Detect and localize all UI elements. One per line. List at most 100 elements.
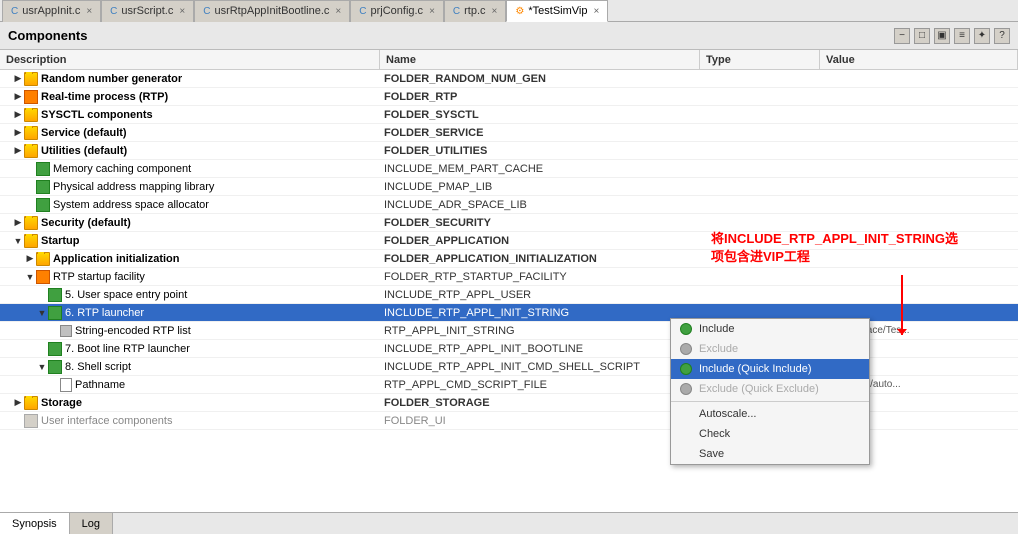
tree-toggle[interactable]: ▶ xyxy=(12,91,24,103)
rtp-icon xyxy=(36,270,50,284)
table-row[interactable]: ▶ Random number generator FOLDER_RANDOM_… xyxy=(0,70,1018,88)
expand-button[interactable]: ✦ xyxy=(974,28,990,44)
context-menu-exclude: Exclude xyxy=(671,339,869,359)
row-name: INCLUDE_RTP_APPL_INIT_BOOTLINE xyxy=(380,343,700,355)
component-icon xyxy=(36,180,50,194)
tree-toggle[interactable]: ▼ xyxy=(24,271,36,283)
tab-close[interactable]: × xyxy=(86,6,92,17)
help-button[interactable]: ? xyxy=(994,28,1010,44)
col-header-description: Description xyxy=(0,50,380,69)
table-row[interactable]: System address space allocator INCLUDE_A… xyxy=(0,196,1018,214)
tree-toggle[interactable]: ▶ xyxy=(12,127,24,139)
table-row[interactable]: ▶ Service (default) FOLDER_SERVICE xyxy=(0,124,1018,142)
tree-toggle[interactable]: ▶ xyxy=(12,217,24,229)
tab-close[interactable]: × xyxy=(335,6,341,17)
tree-toggle[interactable]: ▶ xyxy=(12,145,24,157)
col-header-type: Type xyxy=(700,50,820,69)
tree-toggle xyxy=(24,181,36,193)
collapse-button[interactable]: ≡ xyxy=(954,28,970,44)
tab-close[interactable]: × xyxy=(429,6,435,17)
row-name: FOLDER_UTILITIES xyxy=(380,145,700,157)
c-file-icon: C xyxy=(359,6,366,17)
tree-toggle xyxy=(24,199,36,211)
components-title: Components xyxy=(8,28,87,43)
folder-icon xyxy=(24,396,38,410)
ctx-quick-include-label: Include (Quick Include) xyxy=(699,363,812,375)
row-description: String-encoded RTP list xyxy=(75,325,191,337)
folder-icon xyxy=(24,234,38,248)
tab-usrScript[interactable]: C usrScript.c × xyxy=(101,0,194,22)
tree-toggle[interactable]: ▼ xyxy=(12,235,24,247)
ctx-check-label: Check xyxy=(699,428,730,440)
row-description: Memory caching component xyxy=(53,163,191,175)
folder-gray-icon xyxy=(24,414,38,428)
tab-close[interactable]: × xyxy=(179,6,185,17)
tab-bar: C usrAppInit.c × C usrScript.c × C usrRt… xyxy=(0,0,1018,22)
tree-toggle xyxy=(12,415,24,427)
table-row[interactable]: Memory caching component INCLUDE_MEM_PAR… xyxy=(0,160,1018,178)
c-file-icon: C xyxy=(110,6,117,17)
header-icons: − □ ▣ ≡ ✦ ? xyxy=(894,28,1010,44)
tab-TestSimVip[interactable]: ⚙ *TestSimVip × xyxy=(506,0,608,22)
tab-rtp[interactable]: C rtp.c × xyxy=(444,0,506,22)
folder-icon xyxy=(24,126,38,140)
tree-toggle[interactable]: ▶ xyxy=(12,73,24,85)
row-name: FOLDER_UI xyxy=(380,415,700,427)
table-row[interactable]: Physical address mapping library INCLUDE… xyxy=(0,178,1018,196)
tab-usrAppInit[interactable]: C usrAppInit.c × xyxy=(2,0,101,22)
tree-toggle xyxy=(48,379,60,391)
tab-close[interactable]: × xyxy=(593,6,599,17)
minimize-button[interactable]: − xyxy=(894,28,910,44)
tree-toggle xyxy=(24,163,36,175)
tree-toggle xyxy=(36,343,48,355)
table-row[interactable]: ▶ Real-time process (RTP) FOLDER_RTP xyxy=(0,88,1018,106)
context-menu-save[interactable]: Save xyxy=(671,444,869,464)
context-menu: Include Exclude Include (Quick Include) xyxy=(670,318,870,465)
c-file-icon: C xyxy=(453,6,460,17)
tab-close[interactable]: × xyxy=(492,6,498,17)
row-description: System address space allocator xyxy=(53,199,209,211)
tab-label: usrScript.c xyxy=(121,5,173,17)
context-menu-check[interactable]: Check xyxy=(671,424,869,444)
tab-label: usrRtpAppInitBootline.c xyxy=(214,5,329,17)
maximize-button[interactable]: □ xyxy=(914,28,930,44)
tab-log[interactable]: Log xyxy=(70,513,113,534)
table-row[interactable]: 5. User space entry point INCLUDE_RTP_AP… xyxy=(0,286,1018,304)
context-menu-separator xyxy=(671,401,869,402)
tree-toggle[interactable]: ▼ xyxy=(36,361,48,373)
folder-icon xyxy=(24,72,38,86)
c-file-icon: C xyxy=(11,6,18,17)
row-name: FOLDER_RTP_STARTUP_FACILITY xyxy=(380,271,700,283)
tab-prjConfig[interactable]: C prjConfig.c × xyxy=(350,0,444,22)
context-menu-quick-include[interactable]: Include (Quick Include) xyxy=(671,359,869,379)
tab-synopsis[interactable]: Synopsis xyxy=(0,513,70,534)
annotation-line1: 将INCLUDE_RTP_APPL_INIT_STRING选 xyxy=(711,230,958,248)
context-menu-quick-exclude: Exclude (Quick Exclude) xyxy=(671,379,869,399)
row-name: INCLUDE_MEM_PART_CACHE xyxy=(380,163,700,175)
exclude-icon xyxy=(679,342,693,356)
tree-toggle[interactable]: ▶ xyxy=(24,253,36,265)
row-name: RTP_APPL_INIT_STRING xyxy=(380,325,700,337)
context-menu-autoscale[interactable]: Autoscale... xyxy=(671,404,869,424)
ctx-include-label: Include xyxy=(699,323,734,335)
row-description: Application initialization xyxy=(53,253,180,265)
tab-usrRtpAppInitBootline[interactable]: C usrRtpAppInitBootline.c × xyxy=(194,0,350,22)
component-icon xyxy=(48,288,62,302)
row-description: Security (default) xyxy=(41,217,131,229)
tree-toggle[interactable]: ▶ xyxy=(12,397,24,409)
table-row[interactable]: ▶ SYSCTL components FOLDER_SYSCTL xyxy=(0,106,1018,124)
ctx-autoscale-label: Autoscale... xyxy=(699,408,756,420)
table-row[interactable]: ▶ Utilities (default) FOLDER_UTILITIES xyxy=(0,142,1018,160)
row-name: INCLUDE_RTP_APPL_INIT_STRING xyxy=(380,307,700,319)
table-row[interactable]: ▼ RTP startup facility FOLDER_RTP_STARTU… xyxy=(0,268,1018,286)
tree-toggle[interactable]: ▼ xyxy=(36,307,48,319)
log-label: Log xyxy=(82,518,100,530)
restore-button[interactable]: ▣ xyxy=(934,28,950,44)
check-icon xyxy=(679,427,693,441)
row-description: Pathname xyxy=(75,379,125,391)
row-description: 7. Boot line RTP launcher xyxy=(65,343,190,355)
context-menu-include[interactable]: Include xyxy=(671,319,869,339)
save-icon xyxy=(679,447,693,461)
row-name: FOLDER_APPLICATION_INITIALIZATION xyxy=(380,253,700,265)
tree-toggle[interactable]: ▶ xyxy=(12,109,24,121)
